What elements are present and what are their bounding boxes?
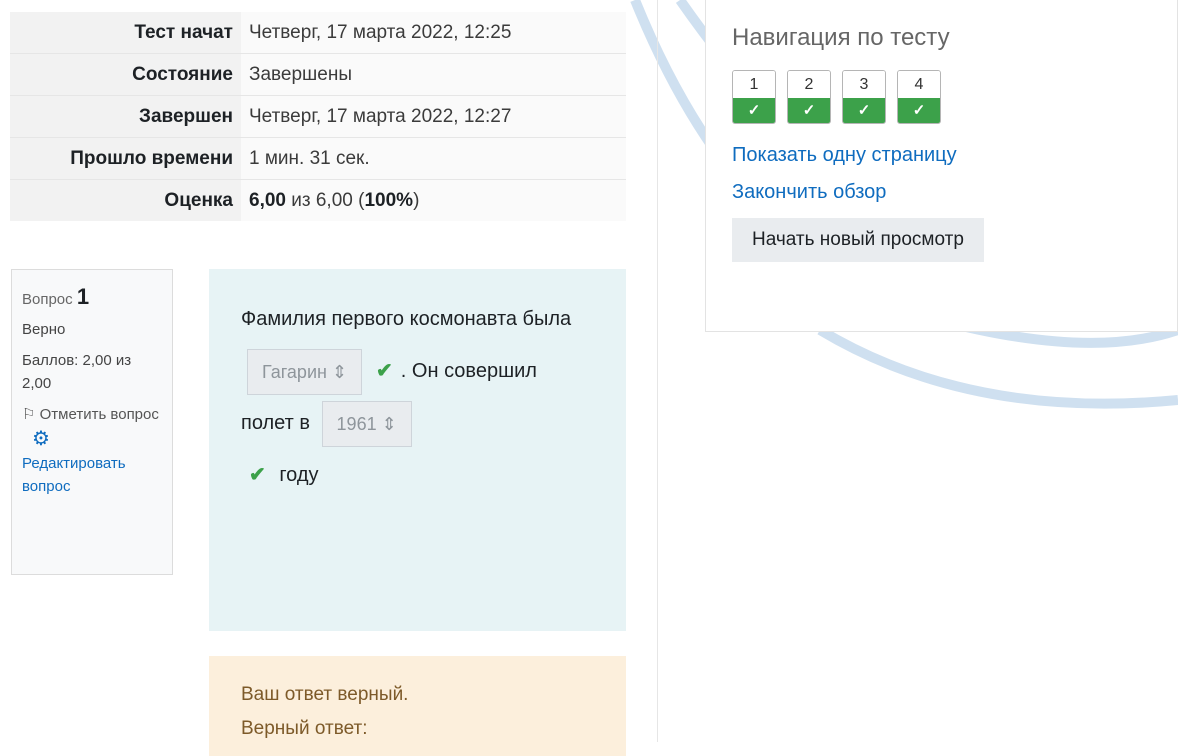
summary-value: Четверг, 17 марта 2022, 12:27 [241,95,626,138]
summary-row-started: Тест начат Четверг, 17 марта 2022, 12:25 [10,12,626,54]
question-marks: Баллов: 2,00 из 2,00 [22,352,132,392]
question-number-value: 1 [76,284,90,309]
summary-value: 1 мин. 31 сек. [241,137,626,180]
question-button-number: 3 [843,71,885,98]
question-info-panel: Вопрос 1 Верно Баллов: 2,00 из 2,00 ⚐ От… [11,269,173,575]
summary-label: Тест начат [10,12,241,54]
check-icon: ✓ [733,98,775,123]
summary-row-grade: Оценка 6,00 из 6,00 (100%) [10,179,626,221]
feedback-right-answer: Верный ответ: [241,718,368,739]
quiz-navigation-block: Навигация по тесту 1 ✓ 2 ✓ 3 ✓ 4 ✓ Показать … [705,0,1178,332]
summary-label: Прошло времени [10,137,241,180]
answer-select-2[interactable]: 1961 ⇕ [321,400,412,447]
question-button-number: 4 [898,71,940,98]
summary-row-time-taken: Прошло времени 1 мин. 31 сек. [10,137,626,180]
feedback-panel: Ваш ответ верный. Верный ответ: [209,656,626,756]
check-icon: ✓ [843,98,885,123]
question-text-part3: году [279,464,319,486]
grade-score: 6,00 [249,190,286,211]
column-divider [657,0,658,742]
question-button-number: 1 [733,71,775,98]
attempt-summary-table: Тест начат Четверг, 17 марта 2022, 12:25… [10,12,626,221]
question-state: Верно [22,321,66,338]
edit-question-link[interactable]: Редактировать вопрос [22,452,162,498]
answer-select-2-value: 1961 [336,413,377,434]
question-text: Фамилия первого космонавта была Гагарин … [209,269,626,631]
question-buttons: 1 ✓ 2 ✓ 3 ✓ 4 ✓ [732,70,1151,124]
grade-close: ) [413,190,420,211]
quiz-navigation-title: Навигация по тесту [732,24,950,51]
question-button-number: 2 [788,71,830,98]
question-number: Вопрос 1 [22,284,162,310]
feedback-correct: Ваш ответ верный. [241,684,409,705]
check-icon: ✓ [788,98,830,123]
answer-select-1-value: Гагарин [262,361,327,382]
summary-value: Завершены [241,53,626,96]
grade-percent: 100% [364,190,414,211]
question-text-part1: Фамилия первого космонавта была [241,308,572,330]
question-prefix: Вопрос [22,291,73,308]
answer-select-1[interactable]: Гагарин ⇕ [247,348,363,395]
summary-label: Состояние [10,53,241,96]
summary-label: Оценка [10,179,241,221]
summary-row-completed: Завершен Четверг, 17 марта 2022, 12:27 [10,95,626,138]
show-one-page-link[interactable]: Показать одну страницу [732,144,1151,167]
summary-value: Четверг, 17 марта 2022, 12:25 [241,12,626,54]
summary-label: Завершен [10,95,241,138]
gear-icon[interactable]: ⚙ [32,428,50,450]
question-button-3[interactable]: 3 ✓ [842,70,886,124]
question-button-4[interactable]: 4 ✓ [897,70,941,124]
flag-icon: ⚐ [22,406,36,423]
grade-total: из 6,00 ( [285,190,365,211]
flag-question-link[interactable]: ⚐ Отметить вопрос [22,403,162,426]
correct-check-icon: ✔ [376,360,393,382]
summary-row-state: Состояние Завершены [10,53,626,96]
question-button-1[interactable]: 1 ✓ [732,70,776,124]
correct-check-icon: ✔ [249,464,266,486]
check-icon: ✓ [898,98,940,123]
question-button-2[interactable]: 2 ✓ [787,70,831,124]
flag-label: Отметить вопрос [39,406,159,423]
finish-review-link[interactable]: Закончить обзор [732,181,1151,204]
start-new-preview-button[interactable]: Начать новый просмотр [732,218,984,262]
grade-value: 6,00 из 6,00 (100%) [241,179,626,221]
